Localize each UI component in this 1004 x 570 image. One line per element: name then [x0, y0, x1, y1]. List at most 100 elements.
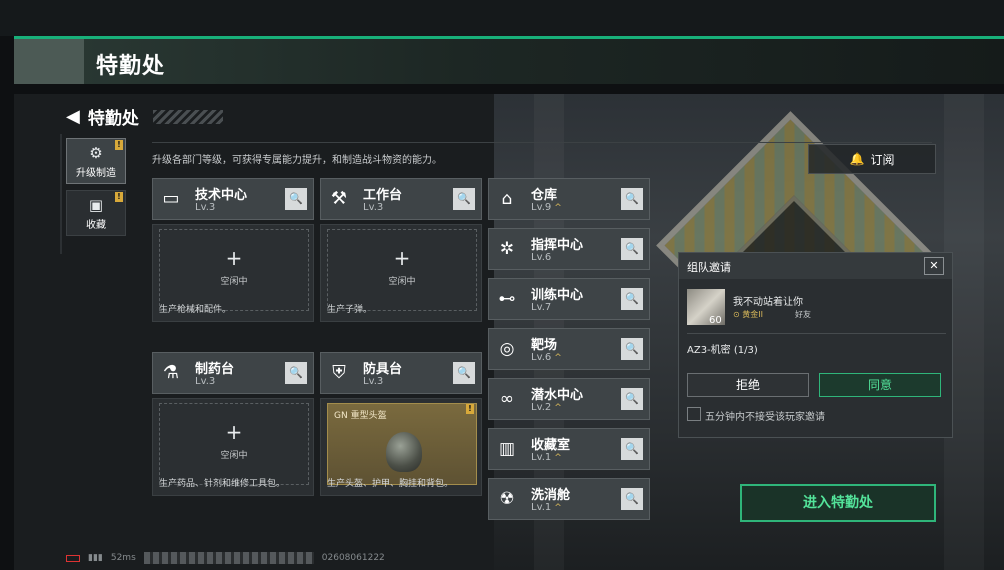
dept-row-command-center[interactable]: ✲ 指挥中心 Lv.6 🔍 — [488, 228, 650, 270]
helmet-icon — [386, 432, 422, 472]
page-description: 升级各部门等级，可获得专属能力提升，和制造战斗物资的能力。 — [152, 155, 442, 166]
search-icon[interactable]: 🔍 — [621, 338, 643, 360]
armor-icon: ⛨ — [332, 362, 346, 383]
header-accent — [14, 39, 84, 84]
bell-icon: 🔔 — [849, 152, 865, 166]
search-icon[interactable]: 🔍 — [621, 188, 643, 210]
ignore-invites-checkbox[interactable] — [687, 407, 701, 421]
warehouse-icon: ⌂ — [501, 189, 513, 209]
dept-name: 训练中心 — [531, 288, 584, 303]
card-body: + 空闲中 生产子弹。 — [320, 224, 482, 322]
search-icon[interactable]: 🔍 — [285, 188, 307, 210]
search-icon[interactable]: 🔍 — [621, 288, 643, 310]
dept-level: Lv.3 — [195, 376, 216, 387]
dept-name: 防具台 — [363, 362, 403, 377]
dept-row-decon-chamber[interactable]: ☢ 洗消舱 Lv.1 ^ 🔍 — [488, 478, 650, 520]
card-footer: 生产药品、针剂和维修工具包。 — [159, 479, 286, 489]
subscribe-label: 订阅 — [870, 152, 895, 167]
top-band — [0, 0, 1004, 36]
main-area: ◀ 特勤处 升级各部门等级，可获得专属能力提升，和制造战斗物资的能力。 ⚙ 升级… — [14, 94, 1004, 570]
dept-row-warehouse[interactable]: ⌂ 仓库 Lv.9 ^ 🔍 — [488, 178, 650, 220]
uid-value: 02608061222 — [321, 553, 385, 563]
dept-level: Lv.1 ^ — [531, 452, 562, 463]
dept-level: Lv.3 — [195, 202, 216, 213]
tab-rail — [60, 134, 62, 254]
dept-card-pharmacy[interactable]: ⚗ 制药台 Lv.3 🔍 + 空闲中 生产药品、针剂和维修工具包。 — [152, 352, 314, 496]
dept-name: 靶场 — [531, 338, 558, 353]
alert-badge: ! — [466, 404, 474, 414]
status-bar: ▮▮▮ 52ms 02608061222 — [66, 549, 385, 567]
search-icon[interactable]: 🔍 — [285, 362, 307, 384]
command-chip-icon: ✲ — [499, 239, 515, 259]
plus-icon: + — [393, 246, 411, 270]
card-header[interactable]: ⚒ 工作台 Lv.3 🔍 — [320, 178, 482, 220]
dept-row-range[interactable]: ◎ 靶场 Lv.6 ^ 🔍 — [488, 328, 650, 370]
card-footer: 生产头盔、护甲、胸挂和背包。 — [327, 479, 454, 489]
production-slot[interactable]: + 空闲中 — [159, 229, 309, 311]
dept-level: Lv.2 ^ — [531, 402, 562, 413]
dept-name: 仓库 — [531, 188, 558, 203]
target-icon: ◎ — [499, 339, 515, 359]
dept-level: Lv.3 — [363, 376, 384, 387]
battery-icon — [66, 554, 80, 562]
invite-message: 我不动站着让你 — [733, 297, 803, 308]
item-name: GN 重型头盔 — [334, 411, 387, 421]
back-button[interactable]: ◀ 特勤处 — [66, 104, 223, 129]
production-slot[interactable]: + 空闲中 — [327, 229, 477, 311]
search-icon[interactable]: 🔍 — [621, 488, 643, 510]
slot-status: 空闲中 — [220, 277, 248, 287]
close-icon[interactable]: ✕ — [924, 257, 944, 275]
search-icon[interactable]: 🔍 — [621, 438, 643, 460]
upgrade-icon: ^ — [554, 203, 562, 213]
subscribe-button[interactable]: 🔔 订阅 — [808, 144, 936, 174]
upgrade-icon: ^ — [554, 503, 562, 513]
accept-button[interactable]: 同意 — [819, 373, 941, 397]
tab-label: 升级制造 — [76, 168, 116, 179]
card-footer: 生产枪械和配件。 — [159, 305, 232, 315]
dept-card-workbench[interactable]: ⚒ 工作台 Lv.3 🔍 + 空闲中 生产子弹。 — [320, 178, 482, 322]
card-footer: 生产子弹。 — [327, 305, 373, 315]
vault-icon: ▥ — [498, 439, 516, 459]
card-header[interactable]: ⛨ 防具台 Lv.3 🔍 — [320, 352, 482, 394]
plus-icon: + — [225, 420, 243, 444]
masked-text — [143, 552, 314, 564]
tab-collection[interactable]: ▣ 收藏 ! — [66, 190, 126, 236]
dumbbell-icon: ⊷ — [498, 289, 516, 309]
hazmat-icon: ☢ — [499, 489, 515, 509]
dept-row-training-center[interactable]: ⊷ 训练中心 Lv.7 🔍 — [488, 278, 650, 320]
player-level: 60 — [709, 315, 722, 326]
search-icon[interactable]: 🔍 — [453, 362, 475, 384]
dept-name: 潜水中心 — [531, 388, 584, 403]
rank-badge: ⊙ 黄金II — [733, 310, 763, 319]
production-item-slot[interactable]: GN 重型头盔 ! — [327, 403, 477, 485]
microscope-icon: ⚗ — [162, 362, 180, 383]
alert-badge: ! — [115, 140, 123, 150]
relation-label: 好友 — [795, 310, 811, 319]
tab-label: 收藏 — [86, 220, 106, 231]
dept-card-armor-bench[interactable]: ⛨ 防具台 Lv.3 🔍 GN 重型头盔 ! 生产头盔、护甲、胸挂和背包。 — [320, 352, 482, 496]
enter-button[interactable]: 进入特勤处 — [740, 484, 936, 522]
slot-status: 空闲中 — [388, 277, 416, 287]
dialog-title: 组队邀请 — [687, 261, 731, 274]
diving-mask-icon: ∞ — [499, 389, 515, 409]
search-icon[interactable]: 🔍 — [453, 188, 475, 210]
plus-icon: + — [225, 246, 243, 270]
slot-status: 空闲中 — [220, 451, 248, 461]
dept-level: Lv.9 ^ — [531, 202, 562, 213]
team-invite-dialog: 组队邀请 ✕ 60 我不动站着让你 ⊙ 黄金II 好友 AZ3-机密 (1/3)… — [678, 252, 953, 438]
search-icon[interactable]: 🔍 — [621, 388, 643, 410]
card-body: + 空闲中 生产枪械和配件。 — [152, 224, 314, 322]
dialog-header: 组队邀请 ✕ — [679, 253, 952, 279]
search-icon[interactable]: 🔍 — [621, 238, 643, 260]
card-header[interactable]: ⚗ 制药台 Lv.3 🔍 — [152, 352, 314, 394]
dept-row-diving-center[interactable]: ∞ 潜水中心 Lv.2 ^ 🔍 — [488, 378, 650, 420]
tab-upgrade-manufacture[interactable]: ⚙ 升级制造 ! — [66, 138, 126, 184]
upgrade-icon: ^ — [554, 403, 562, 413]
production-slot[interactable]: + 空闲中 — [159, 403, 309, 485]
card-header[interactable]: ▭ 技术中心 Lv.3 🔍 — [152, 178, 314, 220]
back-label: 特勤处 — [87, 109, 139, 129]
dept-row-collection-room[interactable]: ▥ 收藏室 Lv.1 ^ 🔍 — [488, 428, 650, 470]
dept-name: 洗消舱 — [531, 488, 571, 503]
reject-button[interactable]: 拒绝 — [687, 373, 809, 397]
dept-card-tech-center[interactable]: ▭ 技术中心 Lv.3 🔍 + 空闲中 生产枪械和配件。 — [152, 178, 314, 322]
